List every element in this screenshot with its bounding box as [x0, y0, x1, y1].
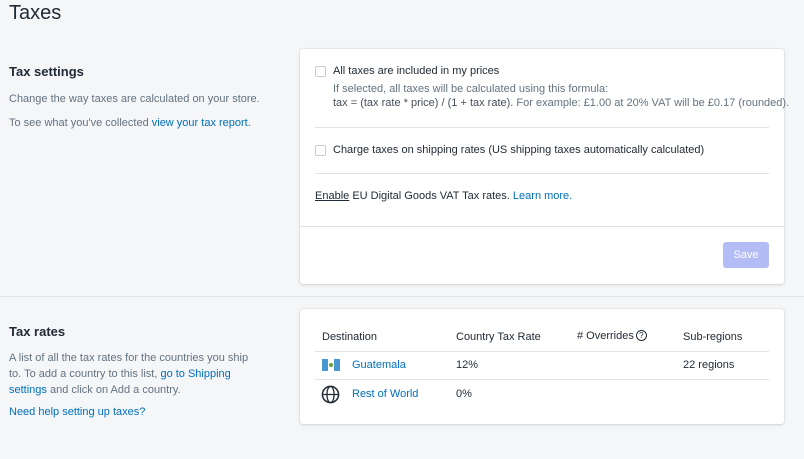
card-footer-divider — [300, 226, 784, 227]
shipping-tax-label[interactable]: Charge taxes on shipping rates (US shipp… — [333, 144, 704, 156]
taxes-included-help: If selected, all taxes will be calculate… — [333, 83, 609, 95]
destination-link-rest-of-world[interactable]: Rest of World — [352, 388, 418, 400]
enable-eu-vat-link[interactable]: Enable — [315, 190, 349, 202]
globe-icon — [321, 385, 340, 404]
eu-vat-text: EU Digital Goods VAT Tax rates. — [352, 190, 510, 202]
tax-report-text: To see what you've collected view your t… — [9, 115, 279, 131]
tax-rates-description: A list of all the tax rates for the coun… — [9, 350, 251, 398]
tax-formula-example: For example: £1.00 at 20% VAT will be £0… — [516, 97, 790, 109]
tax-rates-description-suffix: and click on Add a country. — [49, 384, 181, 396]
tax-rates-card: Destination Country Tax Rate # Overrides… — [300, 309, 784, 424]
table-divider — [315, 379, 769, 380]
tax-settings-description: Change the way taxes are calculated on y… — [9, 93, 260, 105]
page-title: Taxes — [9, 2, 62, 24]
eu-vat-line: Enable EU Digital Goods VAT Tax rates. L… — [315, 190, 572, 202]
save-button[interactable]: Save — [723, 242, 769, 268]
sub-regions-count: 22 regions — [683, 359, 735, 371]
need-help-link[interactable]: Need help setting up taxes? — [9, 406, 145, 418]
taxes-included-label[interactable]: All taxes are included in my prices — [333, 65, 499, 77]
column-header-country-tax-rate: Country Tax Rate — [456, 331, 541, 343]
column-header-sub-regions: Sub-regions — [683, 331, 743, 343]
table-divider — [315, 351, 769, 352]
tax-settings-card: All taxes are included in my prices If s… — [300, 49, 789, 284]
tax-rates-heading: Tax rates — [9, 324, 66, 339]
destination-link-guatemala[interactable]: Guatemala — [352, 359, 406, 371]
taxes-included-checkbox[interactable] — [315, 66, 326, 77]
tax-formula: tax = (tax rate * price) / (1 + tax rate… — [333, 97, 514, 109]
guatemala-flag-icon — [322, 359, 340, 371]
learn-more-link[interactable]: Learn more. — [513, 190, 572, 202]
section-divider — [0, 296, 804, 297]
tax-settings-heading: Tax settings — [9, 64, 84, 79]
view-tax-report-link[interactable]: view your tax report. — [152, 117, 251, 129]
divider — [315, 127, 769, 128]
column-header-overrides: # Overrides? — [577, 330, 647, 342]
question-mark-icon[interactable]: ? — [635, 330, 647, 341]
tax-formula-line: tax = (tax rate * price) / (1 + tax rate… — [333, 97, 789, 109]
country-tax-rate: 12% — [456, 359, 479, 371]
shipping-tax-checkbox[interactable] — [315, 145, 326, 156]
country-tax-rate: 0% — [456, 388, 472, 400]
overrides-label: # Overrides — [577, 330, 634, 342]
tax-report-prefix: To see what you've collected — [9, 117, 149, 129]
divider — [315, 173, 769, 174]
column-header-destination: Destination — [322, 331, 378, 343]
help-text: Need help setting up taxes? — [9, 404, 145, 420]
